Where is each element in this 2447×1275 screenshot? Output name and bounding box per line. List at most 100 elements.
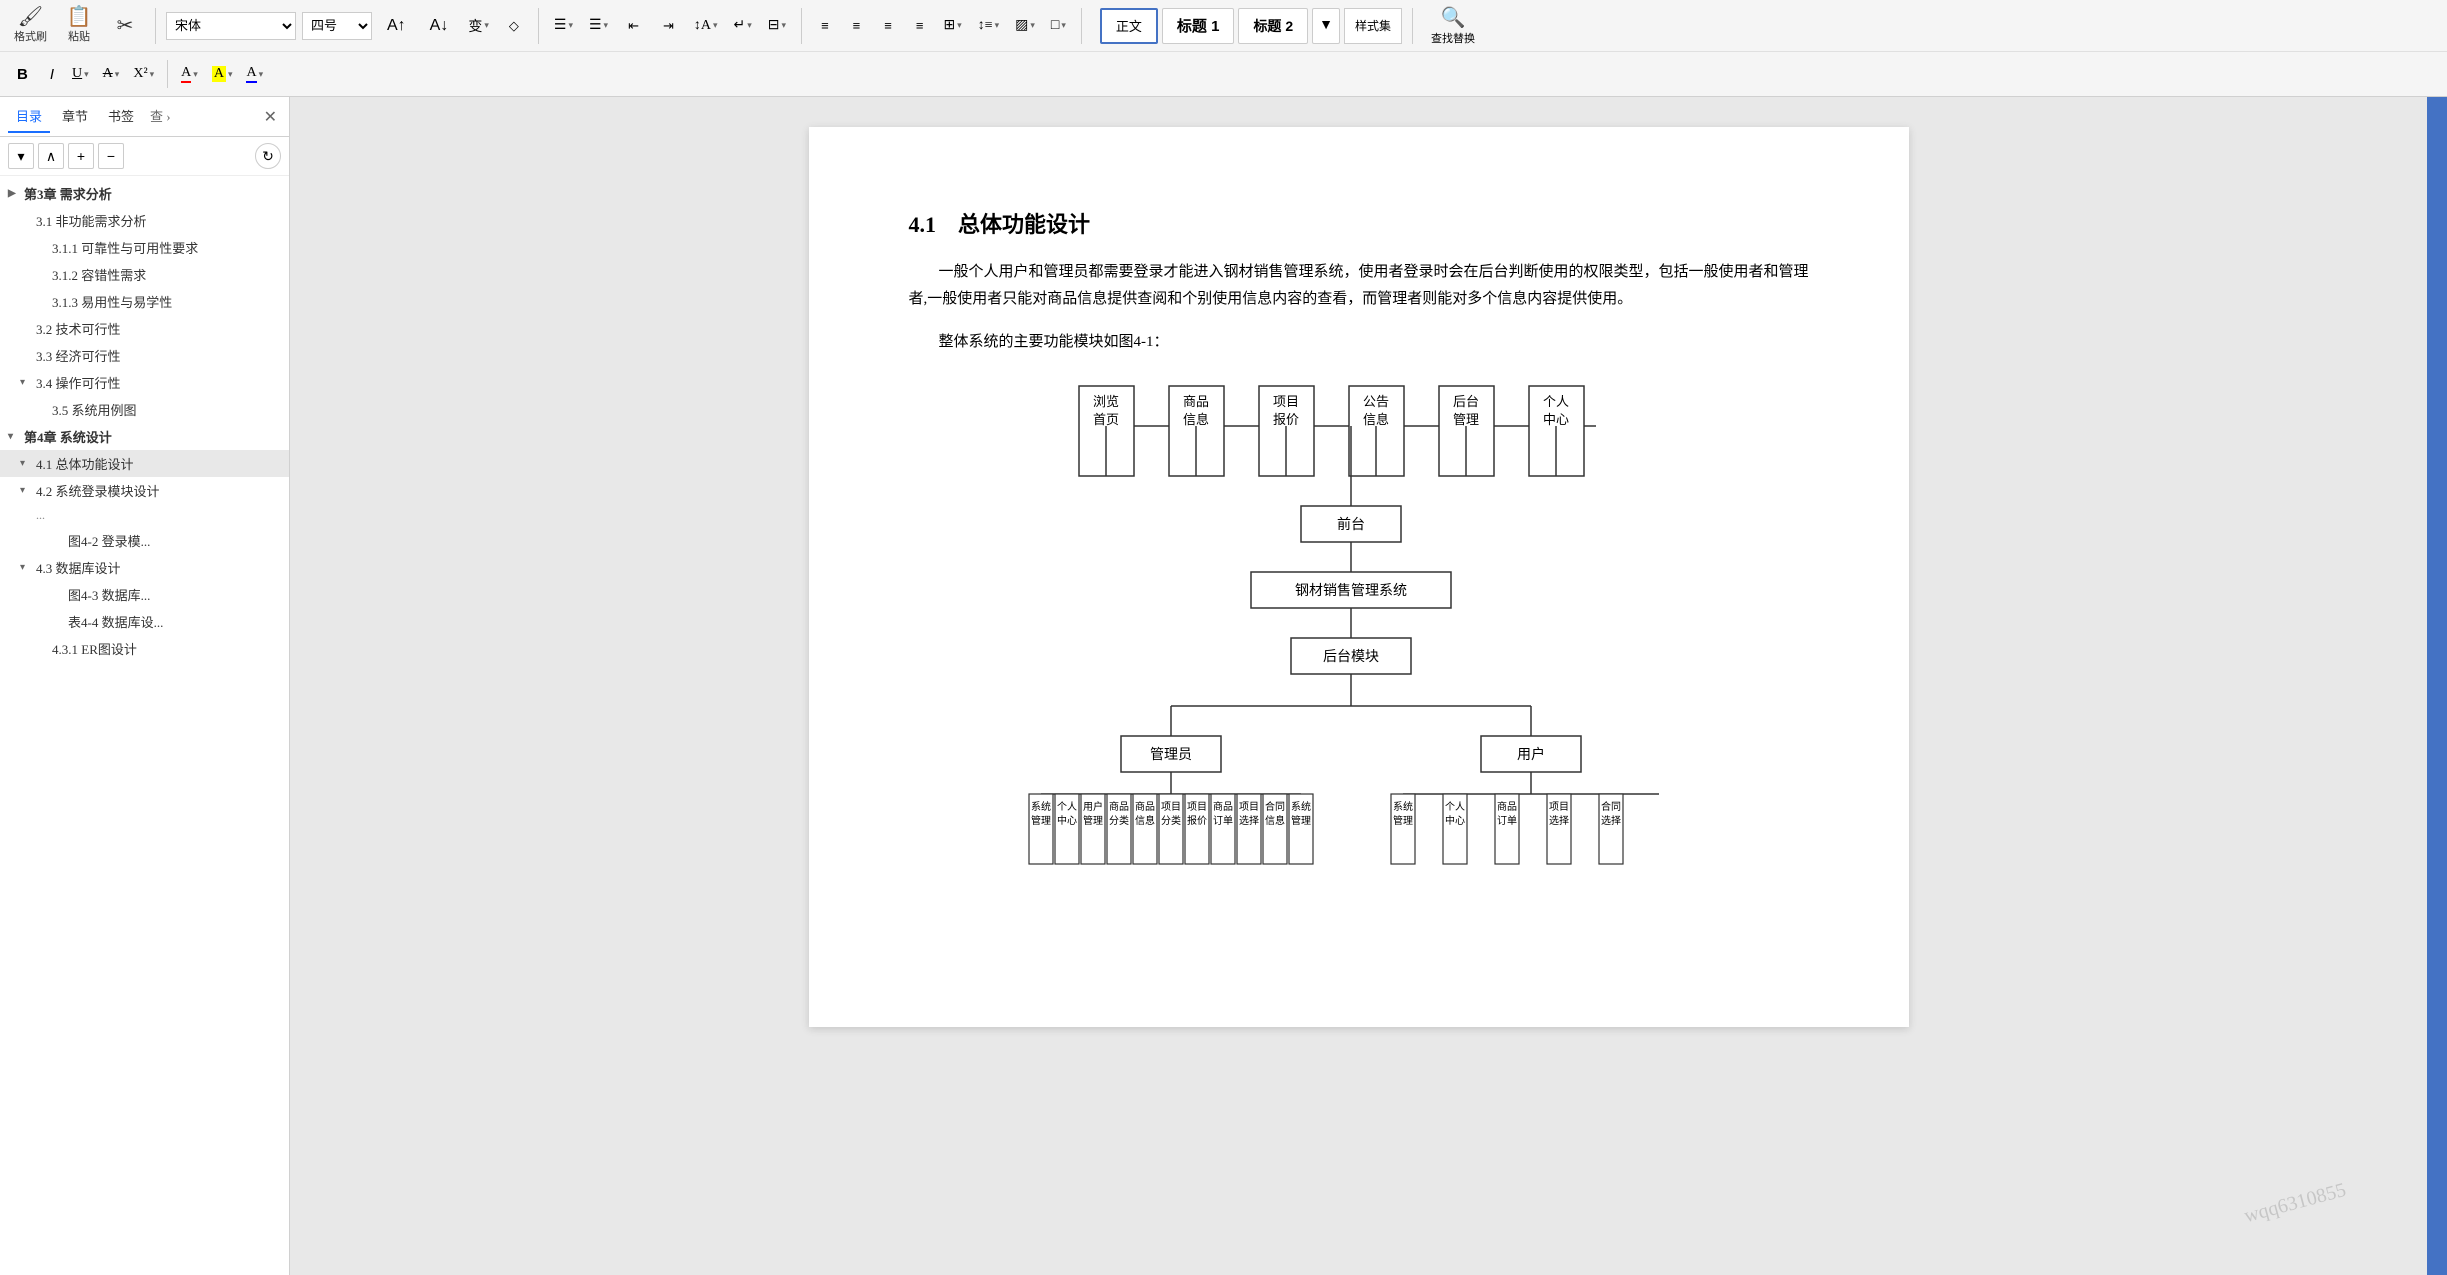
- svg-text:系统: 系统: [1291, 800, 1311, 813]
- title1-style-btn[interactable]: 标题 1: [1162, 8, 1235, 44]
- toc-item-42[interactable]: ▾ 4.2 系统登录模块设计: [0, 477, 289, 504]
- svg-text:管理: 管理: [1031, 814, 1051, 827]
- align-right-btn[interactable]: ≡: [875, 12, 901, 40]
- toc-item-311[interactable]: 3.1.1 可靠性与可用性要求: [0, 234, 289, 261]
- toc-item-ch4[interactable]: ▾ 第4章 系统设计: [0, 423, 289, 450]
- section-title-text: 总体功能设计: [958, 212, 1090, 237]
- toc-item-fig42[interactable]: 图4-2 登录模...: [0, 527, 289, 554]
- super-sub-btn[interactable]: X² ▾: [128, 60, 159, 88]
- find-replace-btn[interactable]: 🔍 查找替换: [1423, 1, 1483, 50]
- clear-format-btn[interactable]: ◇: [500, 12, 528, 40]
- align-justify-btn[interactable]: ≡: [907, 12, 933, 40]
- indent-increase-btn[interactable]: ⇥: [654, 12, 683, 40]
- toc-item-35[interactable]: 3.5 系统用例图: [0, 396, 289, 423]
- shading-btn[interactable]: ▨ ▾: [1010, 12, 1040, 40]
- list-number-btn[interactable]: ☰ ▾: [584, 12, 613, 40]
- toc-item-34[interactable]: ▾ 3.4 操作可行性: [0, 369, 289, 396]
- svg-text:系统: 系统: [1031, 800, 1051, 813]
- svg-text:商品: 商品: [1182, 394, 1208, 409]
- toc-item-43[interactable]: ▾ 4.3 数据库设计: [0, 554, 289, 581]
- paste-label: 粘贴: [68, 28, 90, 44]
- toc-item-312[interactable]: 3.1.2 容错性需求: [0, 261, 289, 288]
- remove-btn[interactable]: −: [98, 143, 124, 169]
- tab-bookmark[interactable]: 书签: [100, 100, 142, 133]
- increase-font-btn[interactable]: A↑: [378, 12, 415, 40]
- font-color-btn[interactable]: A ▾: [176, 60, 203, 88]
- toc-item-33[interactable]: 3.3 经济可行性: [0, 342, 289, 369]
- toc-label-fig42: 图4-2 登录模...: [68, 531, 150, 550]
- normal-style-btn[interactable]: 正文: [1100, 8, 1158, 44]
- right-sidebar-tab[interactable]: [2435, 197, 2439, 213]
- up-btn[interactable]: ∧: [38, 143, 64, 169]
- toc-item-fig43[interactable]: 图4-3 数据库...: [0, 581, 289, 608]
- toc-label-41: 4.1 总体功能设计: [36, 454, 134, 473]
- format-painter-label: 格式刷: [14, 28, 47, 44]
- strikethrough-arrow: ▾: [115, 69, 120, 80]
- toc-label-431: 4.3.1 ER图设计: [52, 639, 137, 658]
- sort-btn[interactable]: ↕A ▾: [689, 12, 723, 40]
- svg-text:系统: 系统: [1393, 800, 1413, 813]
- expand-btn[interactable]: ▾: [8, 143, 34, 169]
- svg-text:选择: 选择: [1239, 814, 1259, 827]
- svg-text:选择: 选择: [1549, 814, 1569, 827]
- strikethrough-btn[interactable]: A ▾: [98, 60, 125, 88]
- left-panel-tabs: 目录 章节 书签 查 › ✕: [0, 97, 289, 137]
- svg-text:项目: 项目: [1549, 801, 1569, 813]
- tab-find[interactable]: 查 ›: [146, 102, 175, 131]
- svg-text:报价: 报价: [1187, 814, 1207, 827]
- italic-btn[interactable]: I: [41, 60, 63, 88]
- align-left-btn[interactable]: ≡: [812, 12, 838, 40]
- change-case-btn[interactable]: 变 ▾: [463, 12, 494, 40]
- toc-label-313: 3.1.3 易用性与易学性: [52, 292, 172, 311]
- svg-text:公告: 公告: [1362, 394, 1388, 409]
- styles-more-arrow: ▼: [1319, 18, 1333, 34]
- indent-decrease-btn[interactable]: ⇤: [619, 12, 648, 40]
- toc-item-ch3[interactable]: ▶ 第3章 需求分析: [0, 180, 289, 207]
- cut-btn[interactable]: ✂: [105, 13, 145, 39]
- section-title: 4.1 总体功能设计: [909, 207, 1809, 239]
- decrease-font-btn[interactable]: A↓: [421, 12, 458, 40]
- styles-more-btn[interactable]: ▼: [1312, 8, 1340, 44]
- columns-btn[interactable]: ⊟ ▾: [763, 12, 791, 40]
- bold-btn[interactable]: B: [8, 60, 37, 88]
- border-btn[interactable]: □ ▾: [1046, 12, 1071, 40]
- format-painter-btn[interactable]: 🖌 格式刷: [8, 4, 53, 47]
- paragraph1: 一般个人用户和管理员都需要登录才能进入钢材销售管理系统，使用者登录时会在后台判断…: [909, 259, 1809, 313]
- refresh-btn[interactable]: ↻: [255, 143, 281, 169]
- super-sub-arrow: ▾: [150, 69, 155, 80]
- expand-icon-41: ▾: [20, 458, 32, 469]
- show-para-btn[interactable]: ↵ ▾: [729, 12, 757, 40]
- underline-btn[interactable]: U ▾: [67, 60, 94, 88]
- add-btn[interactable]: +: [68, 143, 94, 169]
- toc-item-41[interactable]: ▾ 4.1 总体功能设计: [0, 450, 289, 477]
- title2-style-btn[interactable]: 标题 2: [1238, 8, 1308, 44]
- toc-label-312: 3.1.2 容错性需求: [52, 265, 146, 284]
- toc-item-31[interactable]: 3.1 非功能需求分析: [0, 207, 289, 234]
- paste-btn[interactable]: 📋 粘贴: [59, 4, 99, 47]
- panel-close-btn[interactable]: ✕: [260, 103, 281, 131]
- content-area[interactable]: 4.1 总体功能设计 一般个人用户和管理员都需要登录才能进入钢材销售管理系统，使…: [290, 97, 2427, 1275]
- tab-toc[interactable]: 目录: [8, 100, 50, 133]
- tab-chapter[interactable]: 章节: [54, 100, 96, 133]
- font-size-select[interactable]: 四号: [302, 12, 372, 40]
- toc-item-tab44[interactable]: 表4-4 数据库设...: [0, 608, 289, 635]
- separator1: [155, 8, 156, 44]
- toc-item-313[interactable]: 3.1.3 易用性与易学性: [0, 288, 289, 315]
- styles-gallery-btn[interactable]: 样式集: [1344, 8, 1402, 44]
- svg-text:信息: 信息: [1182, 412, 1208, 427]
- align-center-btn[interactable]: ≡: [844, 12, 870, 40]
- svg-text:个人: 个人: [1445, 801, 1465, 813]
- strikethrough-label: A: [103, 66, 113, 82]
- font-family-select[interactable]: 宋体: [166, 12, 296, 40]
- text-color-btn[interactable]: A ▾: [241, 60, 268, 88]
- cut-icon: ✂: [117, 16, 134, 36]
- highlight-btn[interactable]: A ▾: [207, 60, 238, 88]
- align-extra-btn[interactable]: ⊞ ▾: [938, 12, 966, 40]
- expand-icon-34: ▾: [20, 377, 32, 388]
- svg-text:浏览: 浏览: [1092, 394, 1118, 409]
- list-bullet-btn[interactable]: ☰ ▾: [549, 12, 578, 40]
- svg-text:合同: 合同: [1265, 800, 1285, 813]
- line-spacing-btn[interactable]: ↕≡ ▾: [973, 12, 1004, 40]
- toc-item-431[interactable]: 4.3.1 ER图设计: [0, 635, 289, 662]
- toc-item-32[interactable]: 3.2 技术可行性: [0, 315, 289, 342]
